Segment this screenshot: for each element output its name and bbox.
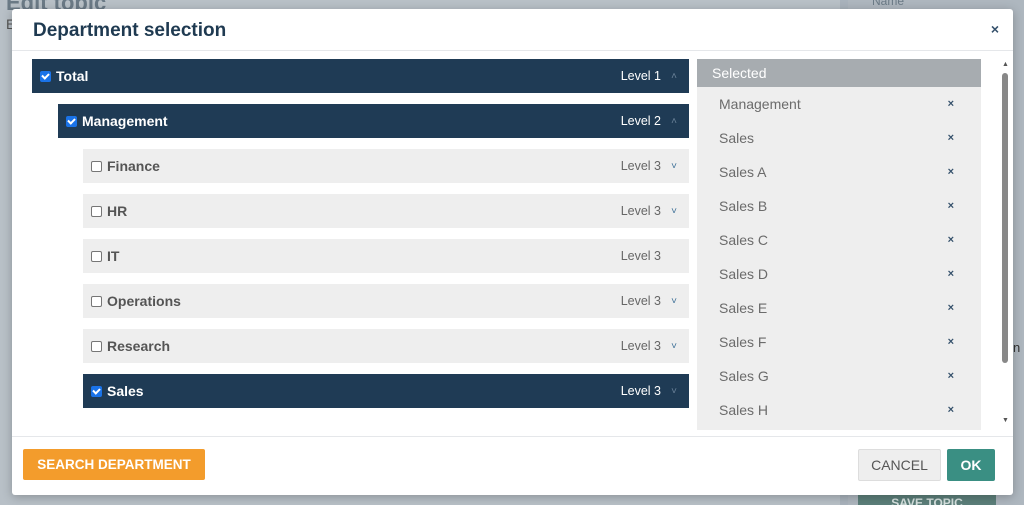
tree-row-label: Finance (107, 158, 160, 174)
search-department-button[interactable]: SEARCH DEPARTMENT (23, 449, 205, 480)
tree-row-label: IT (107, 248, 120, 264)
tree-row-sales[interactable]: Sales Level 3 ˅ (83, 374, 689, 408)
selected-item-label: Sales E (719, 300, 768, 316)
tree-row-level: Level 1 (620, 69, 661, 83)
tree-row-finance[interactable]: Finance Level 3 ˅ (83, 149, 689, 183)
selected-item-label: Management (719, 96, 801, 112)
tree-row-operations[interactable]: Operations Level 3 ˅ (83, 284, 689, 318)
checkbox[interactable] (91, 205, 102, 217)
selected-item-label: Sales (719, 130, 755, 146)
scroll-up-arrow-icon[interactable]: ▲ (1002, 61, 1009, 68)
selected-item: Sales C × (697, 223, 981, 257)
selected-item-label: Sales D (719, 266, 769, 282)
dialog-title: Department selection (33, 20, 227, 41)
selected-scrollbar[interactable]: ▲ ▼ (999, 59, 1011, 430)
remove-icon[interactable]: × (948, 370, 954, 382)
chevron-down-icon[interactable]: ˅ (669, 206, 679, 217)
tree-row-label: Research (107, 338, 171, 354)
selected-item: Sales F × (697, 325, 981, 359)
tree-row-level: Level 3 (620, 204, 661, 218)
remove-icon[interactable]: × (948, 200, 954, 212)
background-fragment: n (1013, 340, 1021, 355)
checkbox[interactable] (91, 250, 102, 262)
chevron-down-icon[interactable]: ˅ (669, 161, 679, 172)
selected-item-label: Sales G (719, 368, 769, 384)
cancel-button[interactable]: CANCEL (858, 449, 941, 481)
selected-header: Selected (697, 59, 981, 87)
dialog-header: Department selection × (12, 9, 1013, 51)
dialog-footer: SEARCH DEPARTMENT CANCEL OK (12, 436, 1013, 495)
remove-icon[interactable]: × (948, 234, 954, 246)
tree-row-it[interactable]: IT Level 3 (83, 239, 689, 273)
tree-row-level: Level 3 (620, 339, 661, 353)
remove-icon[interactable]: × (948, 166, 954, 178)
selected-panel: Selected Management × Sales × Sales A × … (697, 59, 981, 430)
tree-row-total[interactable]: Total Level 1 ˄ (32, 59, 689, 93)
tree-row-label: Operations (107, 293, 181, 309)
tree-row-level: Level 3 (620, 294, 661, 308)
remove-icon[interactable]: × (948, 336, 954, 348)
remove-icon[interactable]: × (948, 404, 954, 416)
selected-item-label: Sales A (719, 164, 767, 180)
tree-row-level: Level 2 (620, 114, 661, 128)
ok-button[interactable]: OK (947, 449, 995, 481)
department-tree: Total Level 1 ˄ Management Level 2 ˄ Fin… (32, 59, 689, 437)
checkbox[interactable] (40, 70, 51, 82)
chevron-down-icon[interactable]: ˅ (669, 341, 679, 352)
selected-item: Sales D × (697, 257, 981, 291)
tree-row-research[interactable]: Research Level 3 ˅ (83, 329, 689, 363)
tree-row-management[interactable]: Management Level 2 ˄ (58, 104, 689, 138)
chevron-up-icon[interactable]: ˄ (669, 116, 679, 127)
department-selection-dialog: Department selection × Total Level 1 ˄ M… (12, 9, 1013, 495)
selected-item: Management × (697, 87, 981, 121)
remove-icon[interactable]: × (948, 98, 954, 110)
selected-item-label: Sales H (719, 402, 769, 418)
tree-row-label: Sales (107, 383, 144, 399)
tree-row-label: Total (56, 68, 89, 84)
chevron-up-icon[interactable]: ˄ (669, 71, 679, 82)
remove-icon[interactable]: × (948, 268, 954, 280)
close-icon[interactable]: × (991, 21, 999, 37)
tree-row-label: Management (82, 113, 168, 129)
checkbox[interactable] (91, 160, 102, 172)
selected-item: Sales × (697, 121, 981, 155)
scrollbar-thumb[interactable] (1002, 73, 1008, 363)
checkbox[interactable] (66, 115, 77, 127)
chevron-down-icon[interactable]: ˅ (669, 296, 679, 307)
background-name-label: Name (872, 0, 905, 8)
tree-row-level: Level 3 (620, 249, 661, 263)
selected-item-label: Sales F (719, 334, 767, 350)
checkbox[interactable] (91, 295, 102, 307)
selected-item: Sales A × (697, 155, 981, 189)
remove-icon[interactable]: × (948, 302, 954, 314)
tree-row-label: HR (107, 203, 128, 219)
remove-icon[interactable]: × (948, 132, 954, 144)
tree-row-level: Level 3 (620, 159, 661, 173)
selected-item-label: Sales C (719, 232, 769, 248)
selected-item: Sales B × (697, 189, 981, 223)
chevron-down-icon[interactable]: ˅ (669, 386, 679, 397)
selected-item: Sales E × (697, 291, 981, 325)
scroll-down-arrow-icon[interactable]: ▼ (1002, 417, 1009, 424)
tree-row-level: Level 3 (620, 384, 661, 398)
selected-item: Sales G × (697, 359, 981, 393)
selected-item-label: Sales B (719, 198, 768, 214)
checkbox[interactable] (91, 340, 102, 352)
tree-row-hr[interactable]: HR Level 3 ˅ (83, 194, 689, 228)
selected-item: Sales H × (697, 393, 981, 427)
checkbox[interactable] (91, 385, 102, 397)
